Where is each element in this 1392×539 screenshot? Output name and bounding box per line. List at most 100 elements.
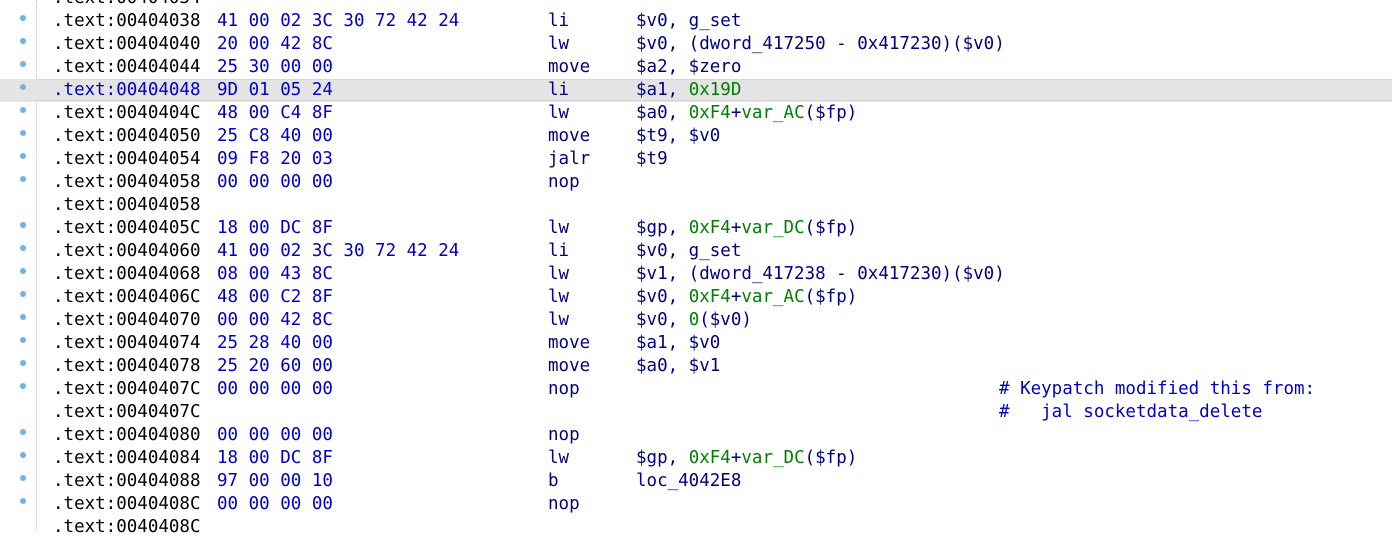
listing-line[interactable]: .text:0040408C: [0, 516, 1392, 539]
listing-line[interactable]: .text:0040405C 18 00 DC 8F lw $gp, 0xF4+var…: [0, 217, 1392, 240]
line-address[interactable]: .text:00404068: [53, 263, 201, 286]
line-address[interactable]: .text:00404034: [53, 0, 201, 10]
listing-line[interactable]: .text:00404034: [0, 0, 1392, 10]
line-address[interactable]: .text:0040404C: [53, 102, 201, 125]
line-address[interactable]: .text:0040407C: [53, 378, 201, 401]
breakpoint-dot-icon[interactable]: [20, 176, 26, 182]
line-address[interactable]: .text:00404044: [53, 56, 201, 79]
listing-line[interactable]: .text:0040407C 00 00 00 00 nop # Keypatch m…: [0, 378, 1392, 401]
line-address[interactable]: .text:00404080: [53, 424, 201, 447]
listing-line[interactable]: .text:0040407C # jal socketdata_delete: [0, 401, 1392, 424]
line-address[interactable]: .text:00404054: [53, 148, 201, 171]
instruction-mnemonic[interactable]: lw: [548, 309, 569, 332]
listing-line[interactable]: .text:00404084 18 00 DC 8F lw $gp, 0xF4+var…: [0, 447, 1392, 470]
line-address[interactable]: .text:00404088: [53, 470, 201, 493]
breakpoint-dot-icon[interactable]: [20, 61, 26, 67]
instruction-operands[interactable]: $a1, $v0: [636, 332, 720, 355]
listing-line-current[interactable]: .text:00404048 9D 01 05 24 li $a1, 0x19D: [0, 79, 1392, 102]
breakpoint-dot-icon[interactable]: [20, 38, 26, 44]
instruction-operands[interactable]: $gp, 0xF4+var_DC($fp): [636, 447, 857, 470]
instruction-operands[interactable]: $t9, $v0: [636, 125, 720, 148]
instruction-operands[interactable]: $a0, 0xF4+var_AC($fp): [636, 102, 857, 125]
instruction-mnemonic[interactable]: nop: [548, 493, 580, 516]
listing-line[interactable]: .text:0040408C 00 00 00 00 nop: [0, 493, 1392, 516]
line-address[interactable]: .text:00404074: [53, 332, 201, 355]
line-address[interactable]: .text:0040406C: [53, 286, 201, 309]
instruction-mnemonic[interactable]: lw: [548, 102, 569, 125]
line-address[interactable]: .text:00404050: [53, 125, 201, 148]
instruction-mnemonic[interactable]: li: [548, 240, 569, 263]
listing-line[interactable]: .text:00404038 41 00 02 3C 30 72 42 24 li $…: [0, 10, 1392, 33]
listing-line[interactable]: .text:00404074 25 28 40 00 move $a1, $v0: [0, 332, 1392, 355]
listing-line[interactable]: .text:00404050 25 C8 40 00 move $t9, $v0: [0, 125, 1392, 148]
breakpoint-dot-icon[interactable]: [20, 130, 26, 136]
breakpoint-dot-icon[interactable]: [20, 498, 26, 504]
listing-line[interactable]: .text:00404060 41 00 02 3C 30 72 42 24 li $…: [0, 240, 1392, 263]
instruction-mnemonic[interactable]: nop: [548, 171, 580, 194]
line-address[interactable]: .text:0040408C: [53, 516, 201, 539]
instruction-mnemonic[interactable]: move: [548, 355, 590, 378]
breakpoint-dot-icon[interactable]: [20, 452, 26, 458]
breakpoint-dot-icon[interactable]: [20, 383, 26, 389]
listing-line[interactable]: .text:00404080 00 00 00 00 nop: [0, 424, 1392, 447]
instruction-mnemonic[interactable]: li: [548, 10, 569, 33]
instruction-mnemonic[interactable]: lw: [548, 447, 569, 470]
line-address[interactable]: .text:0040407C: [53, 401, 201, 424]
line-address[interactable]: .text:00404040: [53, 33, 201, 56]
instruction-mnemonic[interactable]: jalr: [548, 148, 590, 171]
listing-line[interactable]: .text:0040404C 48 00 C4 8F lw $a0, 0xF4+var…: [0, 102, 1392, 125]
instruction-mnemonic[interactable]: nop: [548, 378, 580, 401]
listing-line[interactable]: .text:00404088 97 00 00 10 b loc_4042E8: [0, 470, 1392, 493]
instruction-operands[interactable]: $t9: [636, 148, 668, 171]
breakpoint-dot-icon[interactable]: [20, 222, 26, 228]
instruction-operands[interactable]: $v1, (dword_417238 - 0x417230)($v0): [636, 263, 1005, 286]
line-address[interactable]: .text:0040405C: [53, 217, 201, 240]
breakpoint-dot-icon[interactable]: [20, 314, 26, 320]
instruction-mnemonic[interactable]: b: [548, 470, 559, 493]
instruction-operands[interactable]: $v0, (dword_417250 - 0x417230)($v0): [636, 33, 1005, 56]
listing-line[interactable]: .text:00404040 20 00 42 8C lw $v0, (dword_4…: [0, 33, 1392, 56]
instruction-operands[interactable]: $v0, g_set: [636, 240, 741, 263]
instruction-mnemonic[interactable]: lw: [548, 33, 569, 56]
breakpoint-dot-icon[interactable]: [20, 360, 26, 366]
breakpoint-dot-icon[interactable]: [20, 337, 26, 343]
instruction-operands[interactable]: $v0, g_set: [636, 10, 741, 33]
instruction-mnemonic[interactable]: nop: [548, 424, 580, 447]
instruction-operands[interactable]: $a0, $v1: [636, 355, 720, 378]
breakpoint-dot-icon[interactable]: [20, 291, 26, 297]
line-address[interactable]: .text:00404058: [53, 194, 201, 217]
listing-line[interactable]: .text:00404058 00 00 00 00 nop: [0, 171, 1392, 194]
instruction-mnemonic[interactable]: lw: [548, 286, 569, 309]
line-address[interactable]: .text:00404058: [53, 171, 201, 194]
instruction-operands[interactable]: $a2, $zero: [636, 56, 741, 79]
instruction-mnemonic[interactable]: lw: [548, 263, 569, 286]
listing-line[interactable]: .text:00404068 08 00 43 8C lw $v1, (dword_4…: [0, 263, 1392, 286]
line-address[interactable]: .text:00404060: [53, 240, 201, 263]
breakpoint-dot-icon[interactable]: [20, 245, 26, 251]
line-address[interactable]: .text:0040408C: [53, 493, 201, 516]
breakpoint-dot-icon[interactable]: [20, 84, 26, 90]
line-address[interactable]: .text:00404078: [53, 355, 201, 378]
breakpoint-dot-icon[interactable]: [20, 475, 26, 481]
instruction-mnemonic[interactable]: li: [548, 79, 569, 102]
instruction-operands[interactable]: $v0, 0xF4+var_AC($fp): [636, 286, 857, 309]
instruction-operands[interactable]: $v0, 0($v0): [636, 309, 752, 332]
breakpoint-dot-icon[interactable]: [20, 15, 26, 21]
line-address[interactable]: .text:00404070: [53, 309, 201, 332]
instruction-operands[interactable]: $gp, 0xF4+var_DC($fp): [636, 217, 857, 240]
instruction-mnemonic[interactable]: move: [548, 125, 590, 148]
listing-line[interactable]: .text:00404058: [0, 194, 1392, 217]
listing-line[interactable]: .text:00404070 00 00 42 8C lw $v0, 0($v0): [0, 309, 1392, 332]
listing-line[interactable]: .text:00404054 09 F8 20 03 jalr $t9: [0, 148, 1392, 171]
breakpoint-dot-icon[interactable]: [20, 153, 26, 159]
line-address[interactable]: .text:00404048: [53, 79, 201, 102]
listing-line[interactable]: .text:00404044 25 30 00 00 move $a2, $zero: [0, 56, 1392, 79]
breakpoint-dot-icon[interactable]: [20, 268, 26, 274]
breakpoint-dot-icon[interactable]: [20, 429, 26, 435]
breakpoint-dot-icon[interactable]: [20, 107, 26, 113]
line-address[interactable]: .text:00404084: [53, 447, 201, 470]
disassembly-listing[interactable]: .text:00404034.text:00404038 41 00 02 3C …: [0, 0, 1392, 539]
instruction-mnemonic[interactable]: move: [548, 56, 590, 79]
instruction-operands[interactable]: loc_4042E8: [636, 470, 741, 493]
instruction-mnemonic[interactable]: move: [548, 332, 590, 355]
